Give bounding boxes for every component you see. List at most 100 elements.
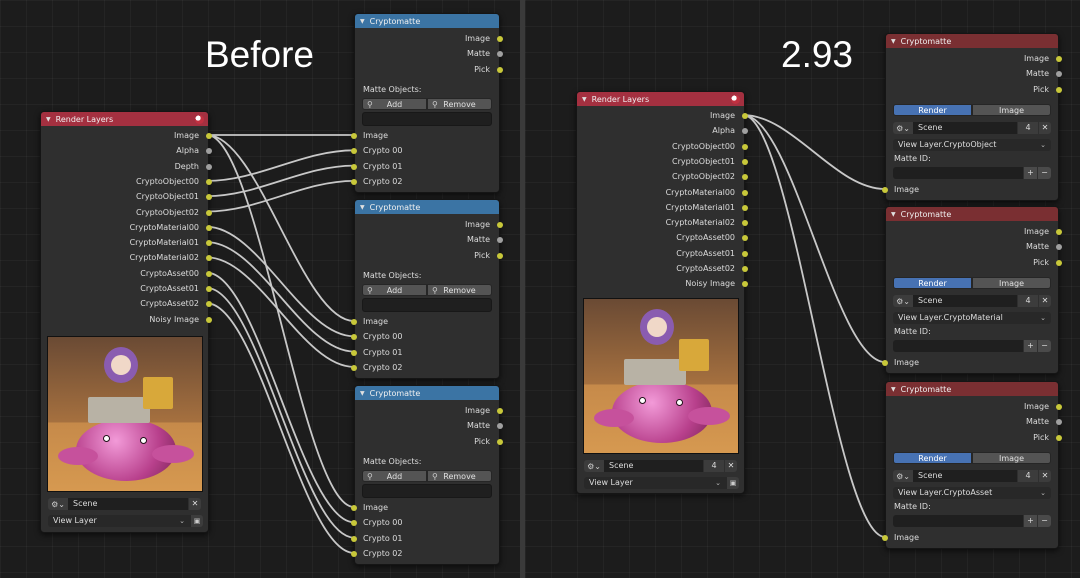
matte-id-input[interactable]	[893, 167, 1023, 179]
input-socket[interactable]	[351, 133, 357, 139]
node-link[interactable]	[206, 134, 355, 508]
matte-objects-field[interactable]	[362, 298, 492, 312]
close-icon[interactable]: ✕	[189, 498, 201, 510]
node-editor-2-93[interactable]: 2.93 ▼ Render Layers Image Alpha CryptoObj…	[525, 0, 1080, 578]
input-socket[interactable]	[351, 364, 357, 371]
scene-name[interactable]: Scene	[913, 470, 1017, 482]
node-link[interactable]	[206, 134, 355, 322]
input-socket[interactable]	[882, 360, 888, 366]
collapse-icon[interactable]: ▼	[360, 204, 365, 211]
input-socket[interactable]	[351, 163, 357, 170]
remove-button[interactable]: ⚲ Remove	[427, 284, 492, 296]
output-socket[interactable]	[206, 209, 212, 216]
add-matte-button[interactable]: +	[1024, 167, 1037, 179]
input-socket[interactable]	[351, 535, 357, 542]
node-editor-before[interactable]: Before ▼ Render Layers Image Alpha Depth Cr…	[0, 0, 520, 578]
close-icon[interactable]: ✕	[1039, 122, 1051, 134]
output-socket[interactable]	[1056, 86, 1062, 93]
remove-button[interactable]: ⚲ Remove	[427, 470, 492, 482]
matte-id-field[interactable]: + −	[893, 515, 1051, 527]
layer-dropdown[interactable]: View Layer.CryptoAsset ⌄	[893, 487, 1051, 499]
add-matte-button[interactable]: +	[1024, 515, 1037, 527]
source-render-button[interactable]: Render	[893, 277, 972, 289]
layer-dropdown[interactable]: View Layer.CryptoMaterial ⌄	[893, 312, 1051, 324]
input-socket[interactable]	[351, 178, 357, 185]
output-socket[interactable]	[497, 408, 503, 414]
collapse-icon[interactable]: ▼	[891, 386, 896, 393]
source-image-button[interactable]: Image	[972, 277, 1051, 289]
source-image-button[interactable]: Image	[972, 452, 1051, 464]
input-socket[interactable]	[351, 148, 357, 155]
render-layers-node[interactable]: ▼ Render Layers Image Alpha CryptoObject00…	[576, 91, 748, 494]
output-socket[interactable]	[742, 204, 748, 211]
cryptomatte-node[interactable]: ▼ Cryptomatte Image Matte Pick Matte Objects:…	[351, 385, 503, 565]
source-image-button[interactable]: Image	[972, 104, 1051, 116]
output-socket[interactable]	[742, 250, 748, 257]
scene-icon[interactable]: ⚙⌄	[893, 295, 913, 307]
collapse-icon[interactable]: ▼	[360, 390, 365, 397]
output-socket[interactable]	[742, 158, 748, 165]
remove-button[interactable]: ⚲ Remove	[427, 98, 492, 110]
scene-selector[interactable]: ⚙⌄ Scene ✕	[48, 498, 201, 510]
output-socket[interactable]	[206, 224, 212, 231]
output-socket[interactable]	[1056, 259, 1062, 266]
output-socket[interactable]	[206, 178, 212, 185]
node-link[interactable]	[206, 287, 355, 539]
remove-matte-button[interactable]: −	[1038, 167, 1051, 179]
cryptomatte-node[interactable]: ▼ Cryptomatte Image Matte Pick Render Image ⚙⌄ S…	[882, 381, 1062, 549]
node-link[interactable]	[206, 164, 355, 198]
scene-name[interactable]: Scene	[604, 460, 703, 472]
input-socket[interactable]	[882, 187, 888, 193]
scene-icon[interactable]: ⚙⌄	[893, 470, 913, 482]
input-socket[interactable]	[351, 334, 357, 341]
add-button[interactable]: ⚲ Add	[362, 284, 427, 296]
render-layers-header[interactable]: ▼ Render Layers	[577, 92, 744, 106]
remove-matte-button[interactable]: −	[1038, 515, 1051, 527]
close-icon[interactable]: ✕	[1039, 470, 1051, 482]
add-button[interactable]: ⚲ Add	[362, 98, 427, 110]
scene-icon[interactable]: ⚙⌄	[893, 122, 913, 134]
output-socket[interactable]	[206, 316, 212, 323]
remove-matte-button[interactable]: −	[1038, 340, 1051, 352]
scene-selector[interactable]: ⚙⌄ Scene 4 ✕	[893, 295, 1051, 307]
output-socket[interactable]	[206, 270, 212, 277]
output-socket[interactable]	[742, 266, 748, 272]
cryptomatte-header[interactable]: ▼ Cryptomatte	[886, 207, 1058, 221]
node-link[interactable]	[206, 180, 355, 213]
node-link[interactable]	[206, 241, 355, 353]
matte-id-field[interactable]: + −	[893, 340, 1051, 352]
node-link[interactable]	[742, 114, 886, 538]
folder-icon[interactable]: ▣	[727, 477, 739, 489]
layer-dropdown[interactable]: View Layer.CryptoObject ⌄	[893, 139, 1051, 151]
output-socket[interactable]	[1056, 56, 1062, 62]
node-link[interactable]	[206, 256, 355, 368]
close-icon[interactable]: ✕	[725, 460, 737, 472]
matte-objects-field[interactable]	[362, 484, 492, 498]
node-link[interactable]	[742, 114, 886, 190]
matte-id-field[interactable]: + −	[893, 167, 1051, 179]
folder-icon[interactable]: ▣	[191, 515, 203, 527]
source-render-button[interactable]: Render	[893, 452, 972, 464]
input-socket[interactable]	[351, 505, 357, 511]
output-socket[interactable]	[742, 189, 748, 196]
scene-selector[interactable]: ⚙⌄ Scene 4 ✕	[893, 122, 1051, 134]
node-link[interactable]	[206, 302, 355, 554]
input-socket[interactable]	[351, 349, 357, 356]
collapse-icon[interactable]: ▼	[891, 38, 896, 45]
output-socket[interactable]	[206, 163, 212, 170]
cryptomatte-header[interactable]: ▼ Cryptomatte	[355, 14, 499, 28]
matte-objects-field[interactable]	[362, 112, 492, 126]
view-layer-dropdown[interactable]: View Layer ⌄ ▣	[48, 515, 203, 527]
matte-id-input[interactable]	[893, 340, 1023, 352]
output-socket[interactable]	[497, 222, 503, 228]
source-render-button[interactable]: Render	[893, 104, 972, 116]
scene-selector[interactable]: ⚙⌄ Scene 4 ✕	[584, 460, 737, 472]
add-matte-button[interactable]: +	[1024, 340, 1037, 352]
output-socket[interactable]	[742, 143, 748, 150]
input-socket[interactable]	[351, 550, 357, 557]
scene-name[interactable]: Scene	[913, 295, 1017, 307]
scene-name[interactable]: Scene	[68, 498, 188, 510]
collapse-icon[interactable]: ▼	[360, 18, 365, 25]
collapse-icon[interactable]: ▼	[582, 96, 587, 103]
scene-name[interactable]: Scene	[913, 122, 1017, 134]
